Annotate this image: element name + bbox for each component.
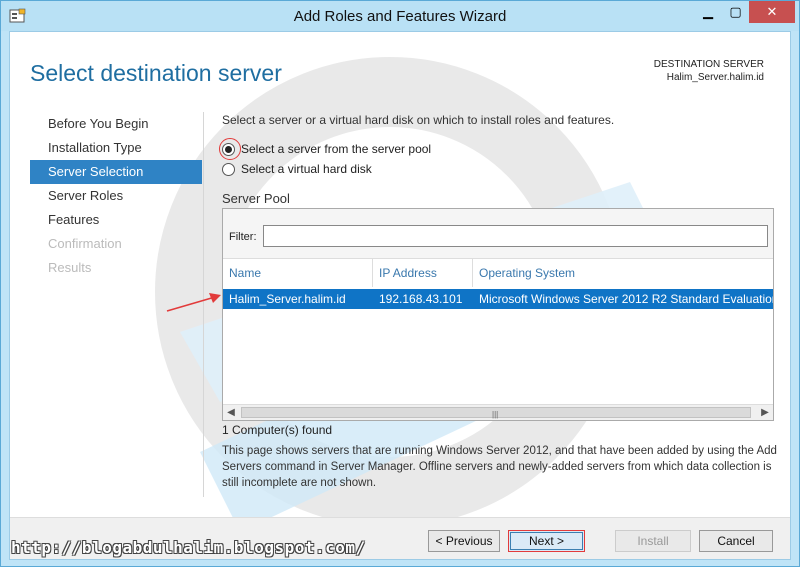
- row-server-name: Halim_Server.halim.id: [229, 292, 346, 306]
- radio-selected-icon[interactable]: [222, 142, 235, 156]
- nav-item-features[interactable]: Features: [30, 208, 202, 232]
- column-header-ip-address[interactable]: IP Address: [373, 259, 473, 287]
- destination-server-name: Halim_Server.halim.id: [666, 72, 764, 83]
- install-button: Install: [615, 530, 691, 552]
- scroll-right-icon[interactable]: ▶: [757, 405, 773, 420]
- maximize-button[interactable]: ▢: [722, 1, 749, 23]
- column-header-name[interactable]: Name: [223, 259, 373, 287]
- maximize-icon: ▢: [729, 4, 742, 19]
- minimize-icon: ▁: [703, 4, 713, 19]
- server-pool-note: This page shows servers that are running…: [222, 445, 777, 489]
- wizard-content: Select destination server DESTINATION SE…: [9, 31, 791, 560]
- blog-url-watermark: http://blogabdulhalim.blogspot.com/: [11, 538, 366, 557]
- table-row[interactable]: Halim_Server.halim.id 192.168.43.101 Mic…: [223, 289, 773, 309]
- nav-item-installation-type[interactable]: Installation Type: [30, 136, 202, 160]
- radio-server-pool-label: Select a server from the server pool: [241, 142, 432, 156]
- radio-virtual-hard-disk[interactable]: Select a virtual hard disk: [222, 160, 372, 178]
- close-icon: ✕: [766, 4, 778, 19]
- computers-found-count: 1 Computer(s) found: [222, 423, 333, 437]
- column-header-operating-system[interactable]: Operating System: [473, 259, 773, 287]
- title-bar[interactable]: Add Roles and Features Wizard ▁ ▢ ✕: [1, 1, 799, 31]
- window-title: Add Roles and Features Wizard: [293, 8, 507, 25]
- filter-area: Filter:: [223, 209, 773, 259]
- wizard-window: Add Roles and Features Wizard ▁ ▢ ✕ Sele…: [0, 0, 800, 567]
- scrollbar-thumb[interactable]: |||: [241, 407, 751, 419]
- filter-input[interactable]: [263, 225, 768, 247]
- server-pool-label: Server Pool: [222, 191, 290, 206]
- radio-unselected-icon[interactable]: [222, 162, 235, 176]
- row-ip-address: 192.168.43.101: [379, 292, 463, 306]
- grip-icon: |||: [492, 410, 499, 419]
- page-title: Select destination server: [30, 60, 282, 86]
- next-button[interactable]: Next >: [508, 530, 585, 552]
- filter-label: Filter:: [229, 231, 257, 243]
- radio-server-pool[interactable]: Select a server from the server pool: [222, 140, 431, 158]
- previous-button[interactable]: < Previous: [428, 530, 500, 552]
- destination-server-label: DESTINATION SERVER: [653, 59, 764, 70]
- row-operating-system: Microsoft Windows Server 2012 R2 Standar…: [479, 292, 773, 306]
- close-button[interactable]: ✕: [749, 1, 795, 23]
- intro-text: Select a server or a virtual hard disk o…: [222, 113, 615, 127]
- nav-item-results: Results: [48, 260, 92, 275]
- minimize-button[interactable]: ▁: [694, 1, 722, 23]
- horizontal-scrollbar[interactable]: ◀ ||| ▶: [223, 404, 773, 420]
- scroll-left-icon[interactable]: ◀: [223, 405, 239, 420]
- nav-item-server-selection[interactable]: Server Selection: [30, 160, 202, 184]
- nav-item-server-roles[interactable]: Server Roles: [30, 184, 202, 208]
- server-pool-table: Filter: Name IP Address Operating System…: [222, 208, 774, 421]
- wizard-nav: Before You Begin Installation Type Serve…: [30, 112, 202, 280]
- nav-divider: [203, 112, 204, 497]
- cancel-button[interactable]: Cancel: [699, 530, 773, 552]
- radio-virtual-hard-disk-label: Select a virtual hard disk: [241, 162, 372, 176]
- nav-item-before-you-begin[interactable]: Before You Begin: [30, 112, 202, 136]
- nav-item-confirmation: Confirmation: [48, 236, 122, 251]
